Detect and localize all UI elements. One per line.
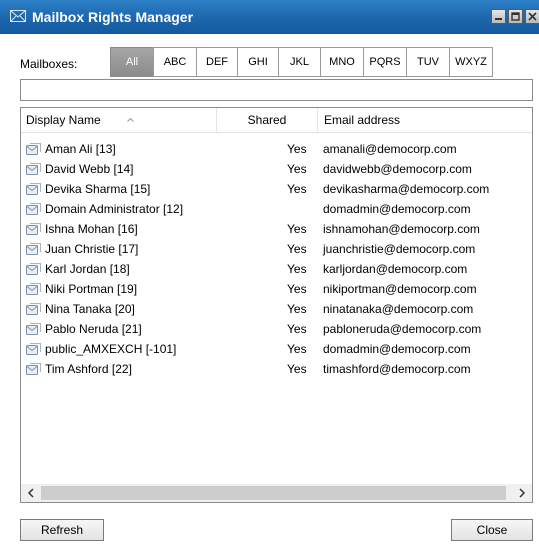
mailbox-icon bbox=[25, 162, 42, 176]
scroll-right-icon[interactable] bbox=[514, 484, 530, 502]
row-shared: Yes bbox=[287, 302, 307, 316]
row-email: nikiportman@democorp.com bbox=[323, 282, 477, 296]
row-display-name: Niki Portman [19] bbox=[45, 282, 138, 296]
list-rows: Aman Ali [13] Yes amanali@democorp.com D… bbox=[21, 139, 532, 379]
row-email: timashford@democorp.com bbox=[323, 362, 471, 376]
mailbox-rights-manager-window: Mailbox Rights Manager Mailboxes: All AB… bbox=[0, 0, 539, 549]
row-shared: Yes bbox=[287, 282, 307, 296]
title-bar[interactable]: Mailbox Rights Manager bbox=[0, 0, 539, 34]
row-display-name: Aman Ali [13] bbox=[45, 142, 116, 156]
list-item[interactable]: Pablo Neruda [21] Yes pabloneruda@democo… bbox=[21, 319, 532, 339]
mailbox-icon bbox=[25, 322, 42, 336]
mailbox-icon bbox=[25, 342, 42, 356]
row-display-name: Nina Tanaka [20] bbox=[45, 302, 135, 316]
scrollbar-thumb[interactable] bbox=[41, 486, 506, 500]
row-shared: Yes bbox=[287, 142, 307, 156]
row-shared: Yes bbox=[287, 182, 307, 196]
mailbox-icon bbox=[25, 142, 42, 156]
filter-tab-jkl[interactable]: JKL bbox=[278, 47, 321, 77]
list-item[interactable]: Aman Ali [13] Yes amanali@democorp.com bbox=[21, 139, 532, 159]
row-shared: Yes bbox=[287, 162, 307, 176]
column-header-display-name-label: Display Name bbox=[26, 113, 101, 127]
row-email: ishnamohan@democorp.com bbox=[323, 222, 480, 236]
mailbox-icon bbox=[25, 202, 42, 216]
close-window-button[interactable] bbox=[525, 9, 539, 24]
row-email: amanali@democorp.com bbox=[323, 142, 457, 156]
row-display-name: David Webb [14] bbox=[45, 162, 134, 176]
row-shared: Yes bbox=[287, 262, 307, 276]
list-item[interactable]: Domain Administrator [12] domadmin@democ… bbox=[21, 199, 532, 219]
row-shared: Yes bbox=[287, 362, 307, 376]
row-email: domadmin@democorp.com bbox=[323, 342, 471, 356]
minimize-button[interactable] bbox=[491, 9, 506, 24]
sort-ascending-icon bbox=[127, 118, 134, 122]
list-item[interactable]: Devika Sharma [15] Yes devikasharma@demo… bbox=[21, 179, 532, 199]
filter-tab-all[interactable]: All bbox=[110, 47, 154, 77]
row-email: karljordan@democorp.com bbox=[323, 262, 468, 276]
filter-tab-def[interactable]: DEF bbox=[196, 47, 238, 77]
row-email: devikasharma@democorp.com bbox=[323, 182, 490, 196]
mailbox-icon bbox=[25, 262, 42, 276]
list-item[interactable]: Niki Portman [19] Yes nikiportman@democo… bbox=[21, 279, 532, 299]
row-shared: Yes bbox=[287, 242, 307, 256]
filter-tab-mno[interactable]: MNO bbox=[320, 47, 364, 77]
mailbox-icon bbox=[25, 182, 42, 196]
row-shared: Yes bbox=[287, 222, 307, 236]
mailbox-icon bbox=[25, 362, 42, 376]
column-header-display-name[interactable]: Display Name bbox=[21, 108, 216, 132]
filter-tab-abc[interactable]: ABC bbox=[153, 47, 197, 77]
row-shared: Yes bbox=[287, 322, 307, 336]
maximize-button[interactable] bbox=[508, 9, 523, 24]
filter-tab-pqrs[interactable]: PQRS bbox=[363, 47, 407, 77]
list-item[interactable]: public_AMXEXCH [-101] Yes domadmin@democ… bbox=[21, 339, 532, 359]
filter-tab-ghi[interactable]: GHI bbox=[237, 47, 279, 77]
list-item[interactable]: Ishna Mohan [16] Yes ishnamohan@democorp… bbox=[21, 219, 532, 239]
column-header-email[interactable]: Email address bbox=[317, 108, 532, 132]
row-email: domadmin@democorp.com bbox=[323, 202, 471, 216]
horizontal-scrollbar[interactable] bbox=[21, 484, 532, 502]
alphabet-filter-tabs: All ABC DEF GHI JKL MNO PQRS TUV WXYZ bbox=[110, 47, 493, 77]
row-display-name: Juan Christie [17] bbox=[45, 242, 139, 256]
mailbox-icon bbox=[25, 282, 42, 296]
list-item[interactable]: Karl Jordan [18] Yes karljordan@democorp… bbox=[21, 259, 532, 279]
row-display-name: Karl Jordan [18] bbox=[45, 262, 130, 276]
row-display-name: Pablo Neruda [21] bbox=[45, 322, 142, 336]
mailbox-list[interactable]: Display Name Shared Email address Aman A… bbox=[20, 107, 533, 503]
list-item[interactable]: Tim Ashford [22] Yes timashford@democorp… bbox=[21, 359, 532, 379]
mailbox-icon bbox=[25, 302, 42, 316]
mailbox-icon bbox=[25, 222, 42, 236]
mailboxes-label: Mailboxes: bbox=[20, 57, 78, 71]
list-header: Display Name Shared Email address bbox=[21, 108, 532, 133]
scroll-left-icon[interactable] bbox=[23, 484, 39, 502]
row-display-name: Tim Ashford [22] bbox=[45, 362, 132, 376]
filter-tab-wxyz[interactable]: WXYZ bbox=[449, 47, 493, 77]
row-email: pabloneruda@democorp.com bbox=[323, 322, 482, 336]
search-input[interactable] bbox=[20, 79, 533, 101]
row-email: juanchristie@democorp.com bbox=[323, 242, 476, 256]
row-display-name: public_AMXEXCH [-101] bbox=[45, 342, 177, 356]
refresh-button[interactable]: Refresh bbox=[20, 519, 104, 541]
mailbox-envelope-icon bbox=[10, 10, 26, 22]
row-shared: Yes bbox=[287, 342, 307, 356]
row-display-name: Domain Administrator [12] bbox=[45, 202, 184, 216]
column-header-shared[interactable]: Shared bbox=[216, 108, 317, 132]
window-title: Mailbox Rights Manager bbox=[32, 9, 194, 25]
close-button[interactable]: Close bbox=[451, 519, 533, 541]
list-item[interactable]: Nina Tanaka [20] Yes ninatanaka@democorp… bbox=[21, 299, 532, 319]
filter-tab-tuv[interactable]: TUV bbox=[406, 47, 450, 77]
row-display-name: Ishna Mohan [16] bbox=[45, 222, 138, 236]
row-display-name: Devika Sharma [15] bbox=[45, 182, 151, 196]
row-email: davidwebb@democorp.com bbox=[323, 162, 472, 176]
mailbox-icon bbox=[25, 242, 42, 256]
list-item[interactable]: David Webb [14] Yes davidwebb@democorp.c… bbox=[21, 159, 532, 179]
list-item[interactable]: Juan Christie [17] Yes juanchristie@demo… bbox=[21, 239, 532, 259]
row-email: ninatanaka@democorp.com bbox=[323, 302, 474, 316]
